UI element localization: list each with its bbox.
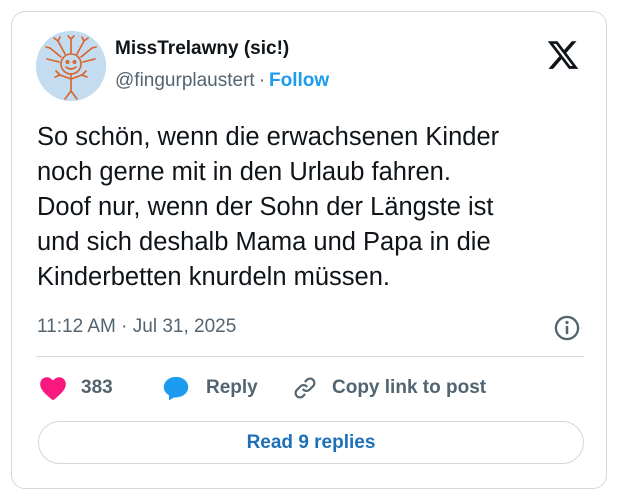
author-handle-row: @fingurplaustert · Follow xyxy=(115,70,329,92)
follow-button[interactable]: Follow xyxy=(269,70,329,91)
author-display-name[interactable]: MissTrelawny (sic!) xyxy=(115,38,289,60)
post-text: So schön, wenn die erwachsenen Kinder no… xyxy=(37,123,500,291)
divider xyxy=(36,356,584,357)
reply-label: Reply xyxy=(206,377,258,398)
post-timestamp[interactable]: 11:12 AM · Jul 31, 2025 xyxy=(37,316,236,338)
link-icon xyxy=(292,375,318,401)
copy-link-button[interactable]: Copy link to post xyxy=(292,372,486,404)
like-button[interactable]: 383 xyxy=(39,372,113,404)
post-card: MissTrelawny (sic!) @fingurplaustert · Fol… xyxy=(11,11,607,489)
like-count: 383 xyxy=(81,377,113,398)
copy-link-label: Copy link to post xyxy=(332,377,487,398)
handle-separator: · xyxy=(258,70,266,91)
author-handle[interactable]: @fingurplaustert xyxy=(115,70,255,91)
avatar-drawing xyxy=(36,31,106,101)
reply-button[interactable]: Reply xyxy=(162,372,258,404)
read-replies-button[interactable]: Read 9 replies xyxy=(38,421,584,464)
info-icon[interactable] xyxy=(553,314,581,342)
heart-icon xyxy=(39,375,67,401)
x-logo-icon[interactable] xyxy=(546,38,580,72)
speech-bubble-icon xyxy=(162,374,190,402)
avatar[interactable] xyxy=(36,31,106,101)
